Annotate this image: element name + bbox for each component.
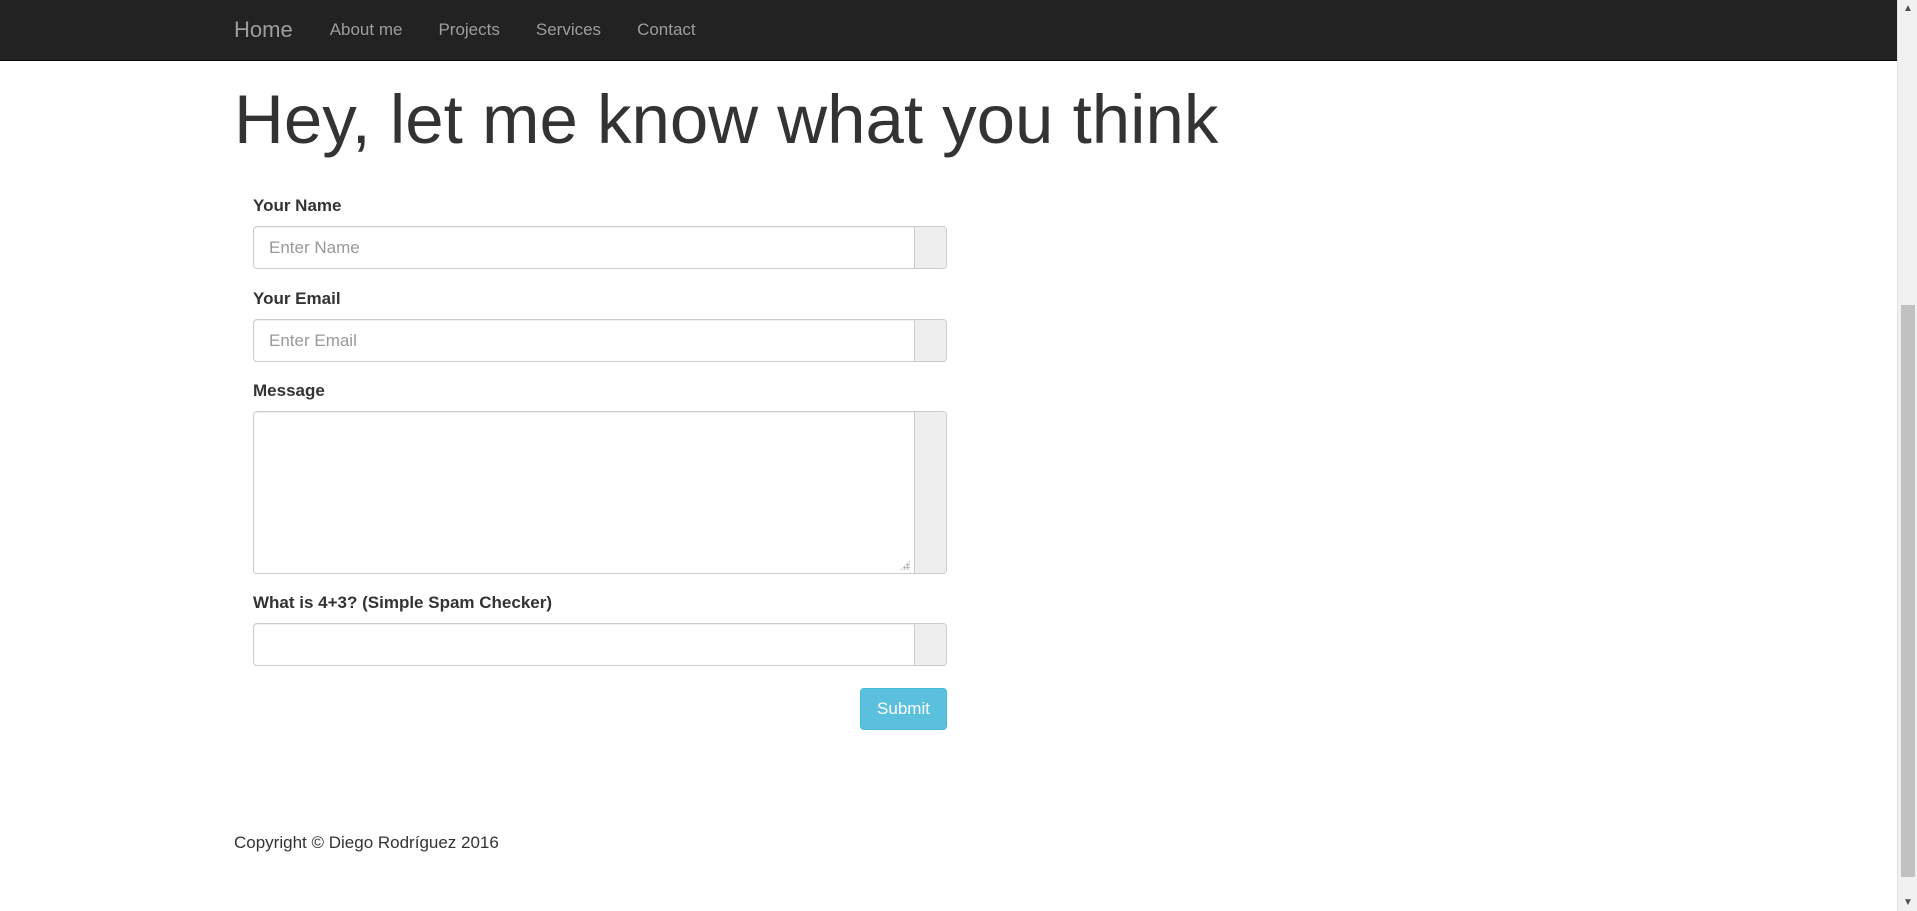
- spam-check-input-group: [253, 623, 947, 666]
- nav-link-about-me[interactable]: About me: [312, 20, 421, 40]
- navbar-inner: Home About me Projects Services Contact: [215, 0, 714, 60]
- contact-form: Your Name Your Email Message What is 4+3…: [253, 196, 947, 666]
- submit-button[interactable]: Submit: [860, 688, 947, 730]
- spam-check-input[interactable]: [254, 624, 916, 665]
- message-group: Message: [253, 381, 947, 574]
- name-label: Your Name: [253, 196, 342, 215]
- spam-check-label: What is 4+3? (Simple Spam Checker): [253, 593, 553, 612]
- name-group: Your Name: [253, 196, 947, 275]
- footer-copyright: Copyright © Diego Rodríguez 2016: [234, 833, 499, 852]
- email-label: Your Email: [253, 289, 341, 308]
- page-title: Hey, let me know what you think: [234, 81, 1219, 158]
- scroll-down-arrow-icon[interactable]: ▼: [1898, 894, 1917, 911]
- message-input-addon: [914, 412, 946, 573]
- top-navbar: Home About me Projects Services Contact: [0, 0, 1897, 61]
- message-label: Message: [253, 381, 325, 400]
- nav-link-services[interactable]: Services: [518, 20, 619, 40]
- nav-link-projects[interactable]: Projects: [420, 20, 517, 40]
- email-input-group: [253, 319, 947, 362]
- nav-home-link[interactable]: Home: [215, 17, 312, 43]
- name-input-addon: [914, 227, 946, 268]
- email-input-addon: [914, 320, 946, 361]
- page-scrollbar[interactable]: ▲ ▼: [1897, 0, 1917, 911]
- message-input-group: [253, 411, 947, 574]
- scrollbar-thumb[interactable]: [1901, 305, 1915, 877]
- name-input[interactable]: [254, 227, 916, 268]
- spam-check-input-addon: [914, 624, 946, 665]
- email-group: Your Email: [253, 289, 947, 368]
- name-input-group: [253, 226, 947, 269]
- scroll-up-arrow-icon[interactable]: ▲: [1898, 0, 1917, 17]
- message-textarea[interactable]: [254, 412, 916, 573]
- nav-link-contact[interactable]: Contact: [619, 20, 714, 40]
- email-input[interactable]: [254, 320, 916, 361]
- spam-check-group: What is 4+3? (Simple Spam Checker): [253, 593, 947, 666]
